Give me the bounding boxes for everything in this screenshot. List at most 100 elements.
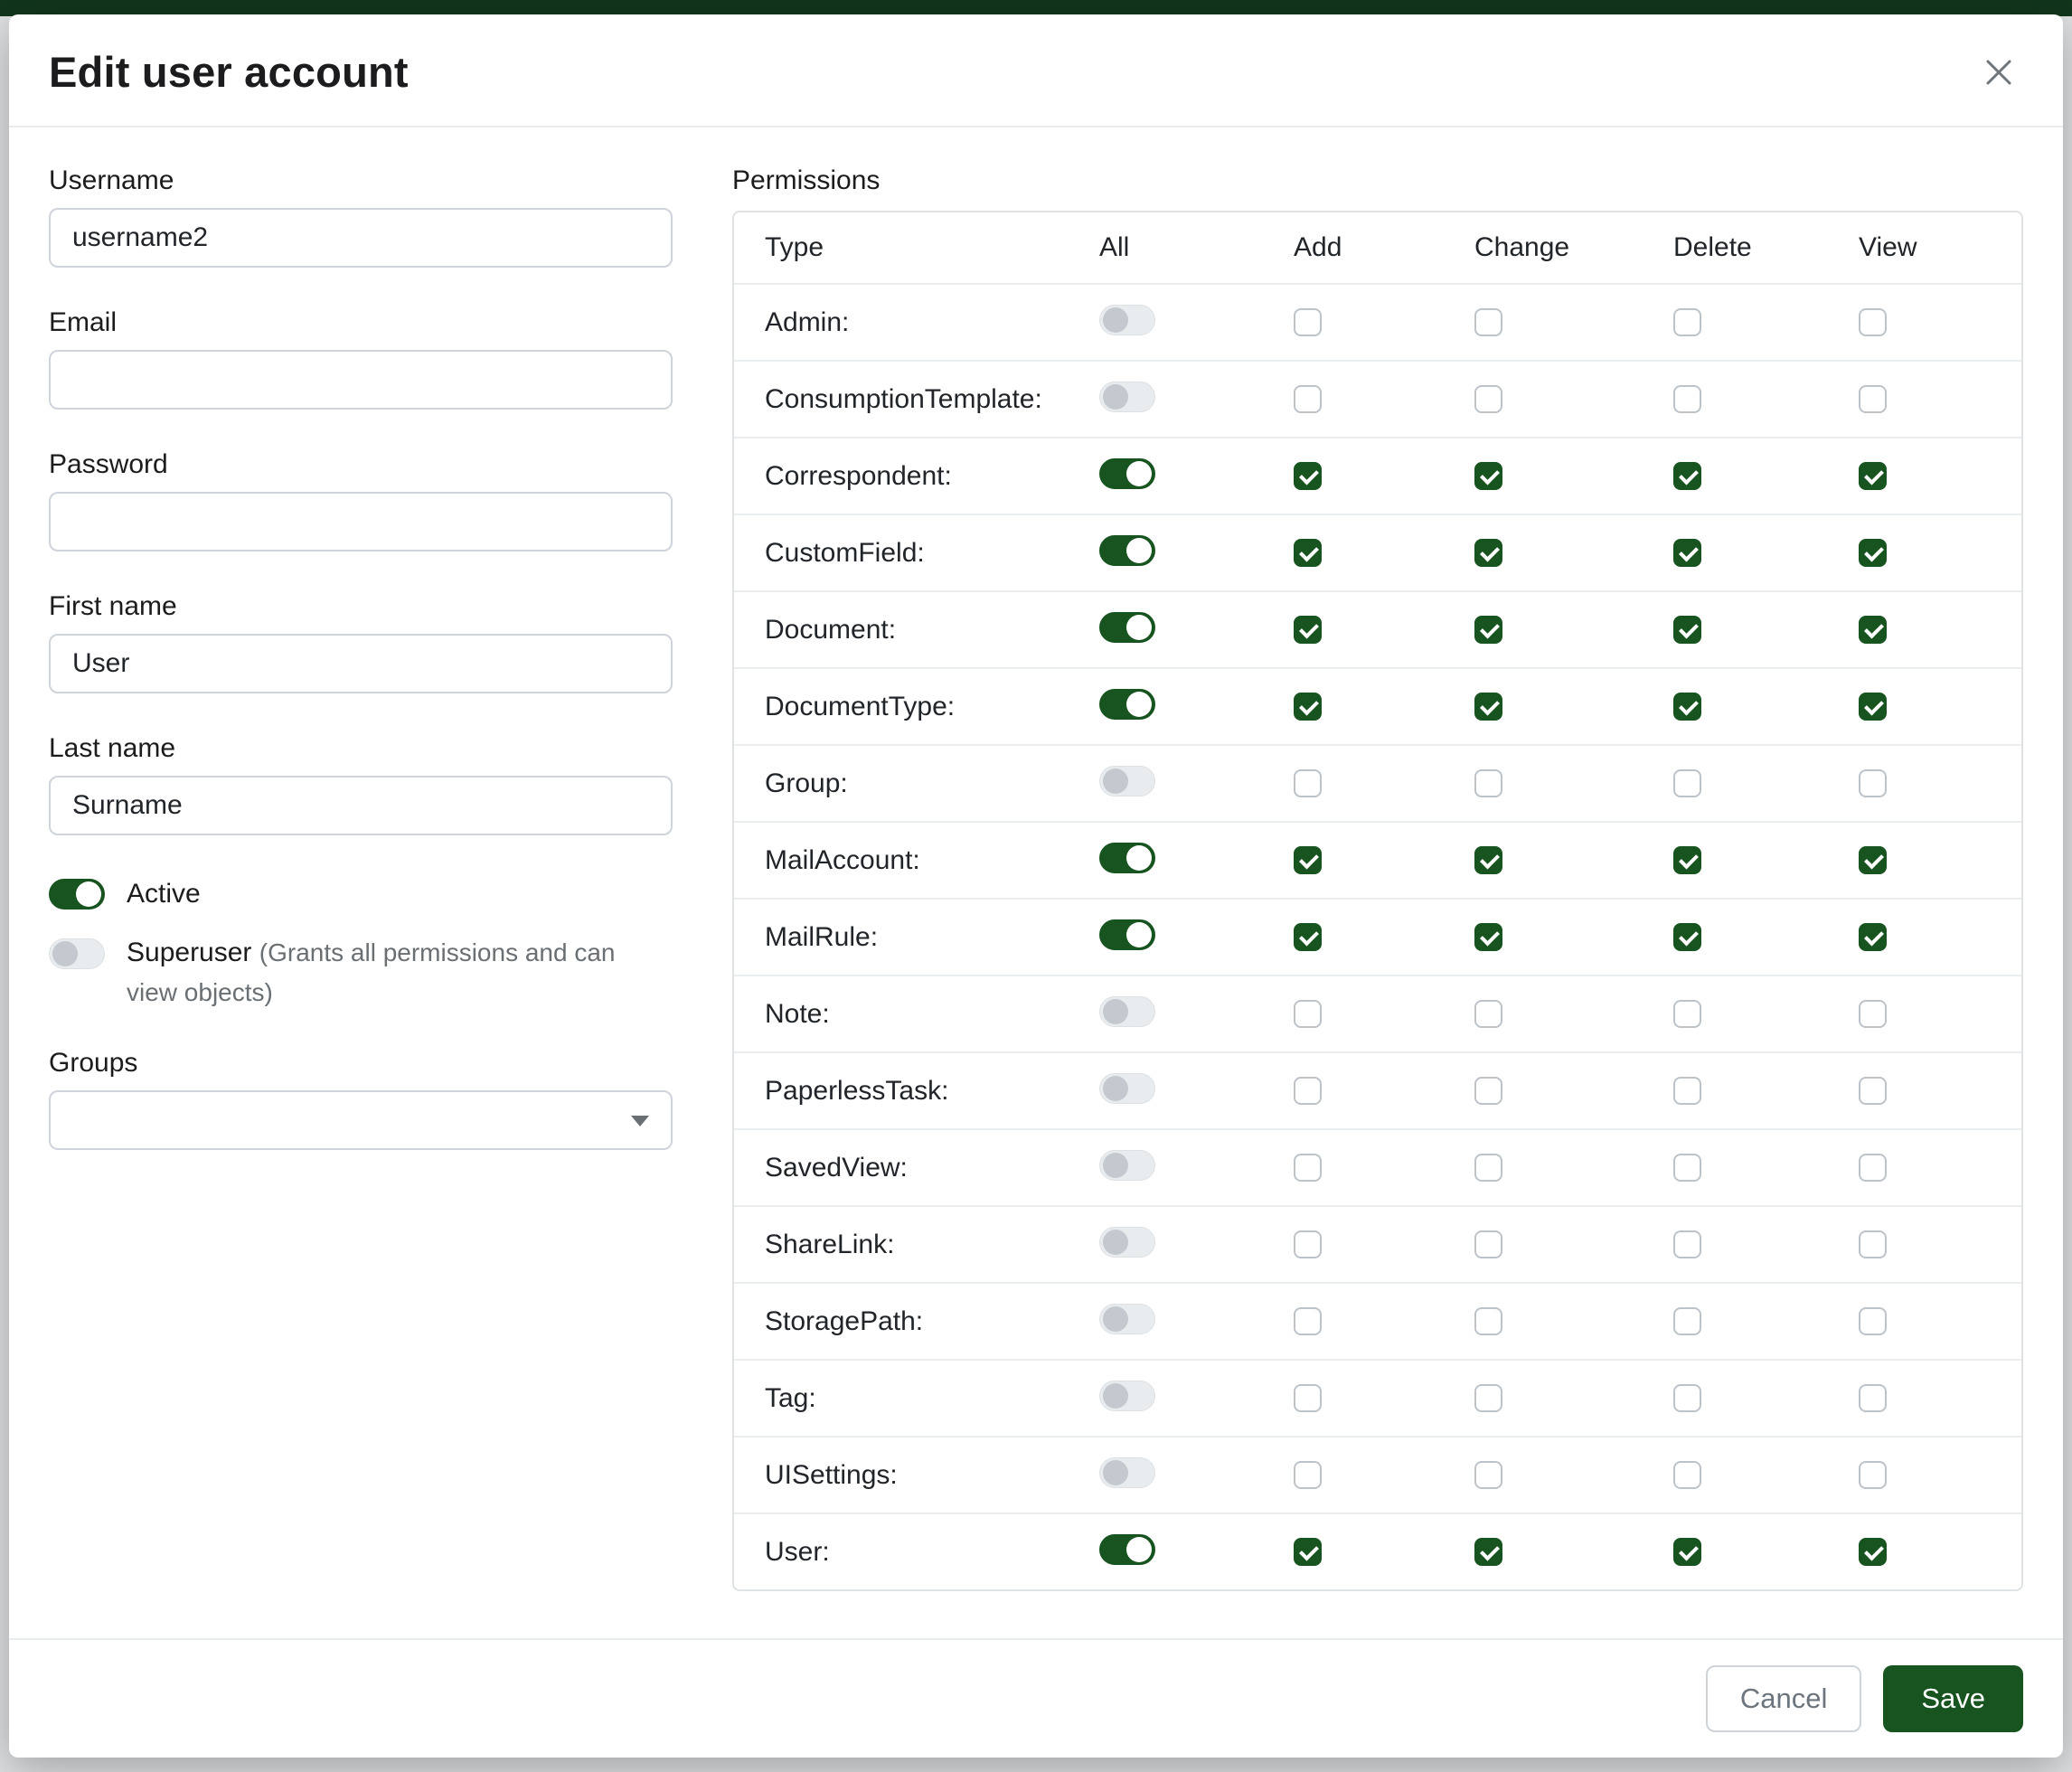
- permission-view-checkbox[interactable]: [1859, 769, 1887, 797]
- permission-add-checkbox[interactable]: [1294, 769, 1322, 797]
- permission-delete-checkbox[interactable]: [1673, 1538, 1701, 1566]
- permission-delete-checkbox[interactable]: [1673, 923, 1701, 951]
- permission-all-toggle[interactable]: [1099, 1534, 1155, 1565]
- permission-delete-checkbox[interactable]: [1673, 1384, 1701, 1412]
- permission-all-toggle[interactable]: [1099, 1457, 1155, 1488]
- permission-add-checkbox[interactable]: [1294, 693, 1322, 721]
- groups-select[interactable]: [49, 1090, 673, 1150]
- permission-view-checkbox[interactable]: [1859, 616, 1887, 644]
- permission-view-checkbox[interactable]: [1859, 923, 1887, 951]
- permission-view-checkbox[interactable]: [1859, 385, 1887, 413]
- close-button[interactable]: [1974, 48, 2023, 97]
- permission-delete-checkbox[interactable]: [1673, 1154, 1701, 1182]
- permission-add-checkbox[interactable]: [1294, 1538, 1322, 1566]
- permission-change-checkbox[interactable]: [1474, 1307, 1502, 1335]
- permission-delete-checkbox[interactable]: [1673, 385, 1701, 413]
- permission-all-toggle[interactable]: [1099, 305, 1155, 335]
- permission-view-checkbox[interactable]: [1859, 462, 1887, 490]
- permission-change-checkbox[interactable]: [1474, 1154, 1502, 1182]
- permission-delete-checkbox[interactable]: [1673, 1461, 1701, 1489]
- permission-delete-checkbox[interactable]: [1673, 1307, 1701, 1335]
- permission-view-checkbox[interactable]: [1859, 1538, 1887, 1566]
- permission-all-toggle[interactable]: [1099, 1073, 1155, 1104]
- permission-all-toggle[interactable]: [1099, 458, 1155, 489]
- password-input[interactable]: [49, 492, 673, 551]
- permission-all-toggle[interactable]: [1099, 1227, 1155, 1258]
- permission-change-checkbox[interactable]: [1474, 846, 1502, 874]
- permission-view-checkbox[interactable]: [1859, 308, 1887, 336]
- permission-change-checkbox[interactable]: [1474, 923, 1502, 951]
- permission-add-checkbox[interactable]: [1294, 616, 1322, 644]
- permission-add-checkbox[interactable]: [1294, 1384, 1322, 1412]
- first-name-input[interactable]: [49, 634, 673, 693]
- permission-change-checkbox[interactable]: [1474, 693, 1502, 721]
- username-input[interactable]: [49, 208, 673, 268]
- permission-delete-checkbox[interactable]: [1673, 1230, 1701, 1258]
- permission-all-toggle[interactable]: [1099, 996, 1155, 1027]
- permission-delete-checkbox[interactable]: [1673, 846, 1701, 874]
- save-button[interactable]: Save: [1883, 1665, 2023, 1732]
- permission-change-checkbox[interactable]: [1474, 385, 1502, 413]
- permission-view-checkbox[interactable]: [1859, 1384, 1887, 1412]
- permission-view-checkbox[interactable]: [1859, 1230, 1887, 1258]
- permission-add-checkbox[interactable]: [1294, 846, 1322, 874]
- active-toggle[interactable]: [49, 879, 105, 910]
- email-input[interactable]: [49, 350, 673, 410]
- permission-all-toggle[interactable]: [1099, 766, 1155, 796]
- cancel-button[interactable]: Cancel: [1706, 1665, 1862, 1732]
- permission-add-checkbox[interactable]: [1294, 923, 1322, 951]
- permission-all-toggle[interactable]: [1099, 1304, 1155, 1334]
- permission-change-checkbox[interactable]: [1474, 1000, 1502, 1028]
- permission-delete-checkbox[interactable]: [1673, 539, 1701, 567]
- permission-delete-checkbox[interactable]: [1673, 616, 1701, 644]
- permission-all-toggle[interactable]: [1099, 1381, 1155, 1411]
- permission-change-checkbox[interactable]: [1474, 1230, 1502, 1258]
- permission-add-checkbox[interactable]: [1294, 308, 1322, 336]
- permission-add-checkbox[interactable]: [1294, 1154, 1322, 1182]
- permission-all-toggle[interactable]: [1099, 919, 1155, 950]
- permission-delete-checkbox[interactable]: [1673, 693, 1701, 721]
- permission-add-checkbox[interactable]: [1294, 1461, 1322, 1489]
- last-name-label: Last name: [49, 733, 673, 764]
- permission-add-checkbox[interactable]: [1294, 385, 1322, 413]
- permission-view-checkbox[interactable]: [1859, 1461, 1887, 1489]
- permission-delete-checkbox[interactable]: [1673, 308, 1701, 336]
- permission-change-checkbox[interactable]: [1474, 1461, 1502, 1489]
- permission-delete-checkbox[interactable]: [1673, 462, 1701, 490]
- modal-body: Username Email Password First name Last …: [9, 127, 2063, 1638]
- permission-all-toggle[interactable]: [1099, 382, 1155, 412]
- permission-change-checkbox[interactable]: [1474, 1384, 1502, 1412]
- permission-view-checkbox[interactable]: [1859, 693, 1887, 721]
- permission-delete-checkbox[interactable]: [1673, 1000, 1701, 1028]
- permission-change-checkbox[interactable]: [1474, 462, 1502, 490]
- permission-delete-checkbox[interactable]: [1673, 769, 1701, 797]
- permission-change-checkbox[interactable]: [1474, 616, 1502, 644]
- permission-add-checkbox[interactable]: [1294, 1000, 1322, 1028]
- permission-delete-checkbox[interactable]: [1673, 1077, 1701, 1105]
- permission-view-checkbox[interactable]: [1859, 1077, 1887, 1105]
- permission-view-checkbox[interactable]: [1859, 1154, 1887, 1182]
- permission-all-toggle[interactable]: [1099, 843, 1155, 873]
- permission-add-checkbox[interactable]: [1294, 539, 1322, 567]
- permission-add-checkbox[interactable]: [1294, 1307, 1322, 1335]
- permission-change-checkbox[interactable]: [1474, 308, 1502, 336]
- superuser-toggle[interactable]: [49, 938, 105, 969]
- permission-change-checkbox[interactable]: [1474, 1538, 1502, 1566]
- last-name-input[interactable]: [49, 776, 673, 835]
- permission-all-toggle[interactable]: [1099, 1150, 1155, 1181]
- permission-change-checkbox[interactable]: [1474, 1077, 1502, 1105]
- permission-view-checkbox[interactable]: [1859, 1000, 1887, 1028]
- permission-all-toggle[interactable]: [1099, 689, 1155, 720]
- permission-add-checkbox[interactable]: [1294, 1077, 1322, 1105]
- permission-change-checkbox[interactable]: [1474, 769, 1502, 797]
- groups-label: Groups: [49, 1048, 673, 1079]
- permission-view-checkbox[interactable]: [1859, 539, 1887, 567]
- permission-view-checkbox[interactable]: [1859, 846, 1887, 874]
- permission-add-checkbox[interactable]: [1294, 462, 1322, 490]
- permission-all-toggle[interactable]: [1099, 612, 1155, 643]
- permission-add-checkbox[interactable]: [1294, 1230, 1322, 1258]
- permission-all-toggle[interactable]: [1099, 535, 1155, 566]
- permission-change-checkbox[interactable]: [1474, 539, 1502, 567]
- first-name-label: First name: [49, 591, 673, 622]
- permission-view-checkbox[interactable]: [1859, 1307, 1887, 1335]
